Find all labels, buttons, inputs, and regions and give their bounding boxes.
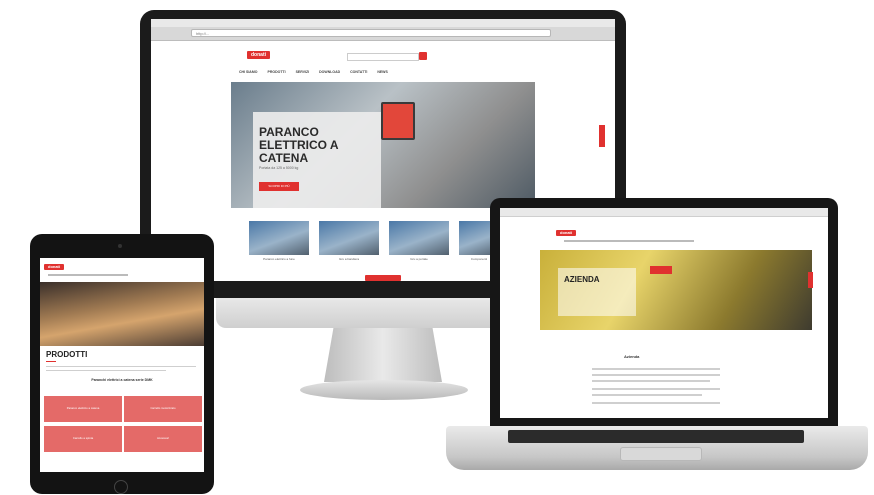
more-button[interactable]: [365, 275, 401, 281]
nav-item[interactable]: PRODOTTI: [267, 70, 285, 74]
title-underline: [46, 361, 56, 362]
hero-banner: [40, 282, 204, 346]
text-line: [592, 368, 720, 370]
tile-label: Accessori: [156, 436, 170, 440]
text-line: [46, 370, 166, 371]
laptop-trackpad: [620, 447, 702, 461]
site-logo[interactable]: donati: [556, 230, 576, 236]
nav-item[interactable]: DOWNLOAD: [319, 70, 340, 74]
brand-sign: [650, 266, 672, 274]
product-tile[interactable]: Carrello a spinta: [44, 426, 122, 452]
hero-title: PARANCO ELETTRICO A CATENA: [259, 125, 339, 165]
product-thumbnail[interactable]: [389, 221, 449, 255]
text-line: [592, 394, 702, 396]
browser-toolbar: http://...: [151, 27, 615, 41]
thumbnail-caption: Paranco elettrico a fune: [263, 257, 295, 261]
imac-foot: [300, 380, 468, 400]
hero-title: AZIENDA: [564, 275, 600, 284]
text-line: [592, 388, 720, 390]
thumbnail-caption: Gru a bandiera: [338, 257, 359, 261]
product-tile[interactable]: Carrello motorizzato: [124, 396, 202, 422]
imac-stand: [324, 328, 442, 382]
nav-item[interactable]: SERVIZI: [296, 70, 310, 74]
thumbnail-caption: Gru a portale: [410, 257, 428, 261]
text-line: [592, 380, 710, 382]
page-title: PRODOTTI: [46, 350, 88, 359]
text-line: [592, 374, 720, 376]
site-nav: [564, 240, 694, 242]
tablet-screen: donati PRODOTTI Paranchi elettrici a cat…: [40, 258, 204, 472]
nav-item[interactable]: CONTATTI: [350, 70, 367, 74]
text-line: [592, 402, 720, 404]
side-contact-tab[interactable]: [599, 125, 605, 147]
hero-banner: AZIENDA: [540, 250, 812, 330]
hero-cta-button[interactable]: SCOPRI DI PIÙ: [259, 182, 299, 191]
nav-item[interactable]: NEWS: [377, 70, 388, 74]
camera-icon: [118, 244, 122, 248]
hoist-image: [381, 102, 415, 140]
tile-label: Carrello motorizzato: [150, 406, 176, 410]
site-logo[interactable]: donati: [247, 51, 270, 59]
text-line: [46, 366, 196, 367]
hero-subtitle: Portata da 125 a 5000 kg: [259, 166, 299, 170]
product-tile[interactable]: Accessori: [124, 426, 202, 452]
side-contact-tab[interactable]: [808, 272, 813, 288]
tile-label: Carrello a spinta: [72, 436, 94, 440]
site-search-input[interactable]: [347, 53, 419, 61]
laptop-screen: donati AZIENDA Azienda: [500, 208, 828, 418]
site-nav: [48, 274, 128, 276]
hero-banner: PARANCO ELETTRICO A CATENA Portata da 12…: [231, 82, 535, 208]
site-logo[interactable]: donati: [44, 264, 64, 270]
search-button[interactable]: [419, 52, 427, 60]
home-button-icon[interactable]: [114, 480, 128, 494]
mac-menu-bar: [500, 208, 828, 217]
nav-item[interactable]: CHI SIAMO: [239, 70, 257, 74]
product-thumbnail[interactable]: [249, 221, 309, 255]
address-bar[interactable]: http://...: [191, 29, 551, 37]
product-thumbnail[interactable]: [319, 221, 379, 255]
laptop-keyboard: [508, 430, 804, 443]
section-title: Paranchi elettrici a catena serie DMK: [91, 378, 153, 382]
product-tile[interactable]: Paranco elettrico a catena: [44, 396, 122, 422]
section-heading: Azienda: [624, 354, 640, 359]
site-nav: CHI SIAMO PRODOTTI SERVIZI DOWNLOAD CONT…: [239, 70, 388, 74]
tile-label: Paranco elettrico a catena: [66, 406, 100, 410]
